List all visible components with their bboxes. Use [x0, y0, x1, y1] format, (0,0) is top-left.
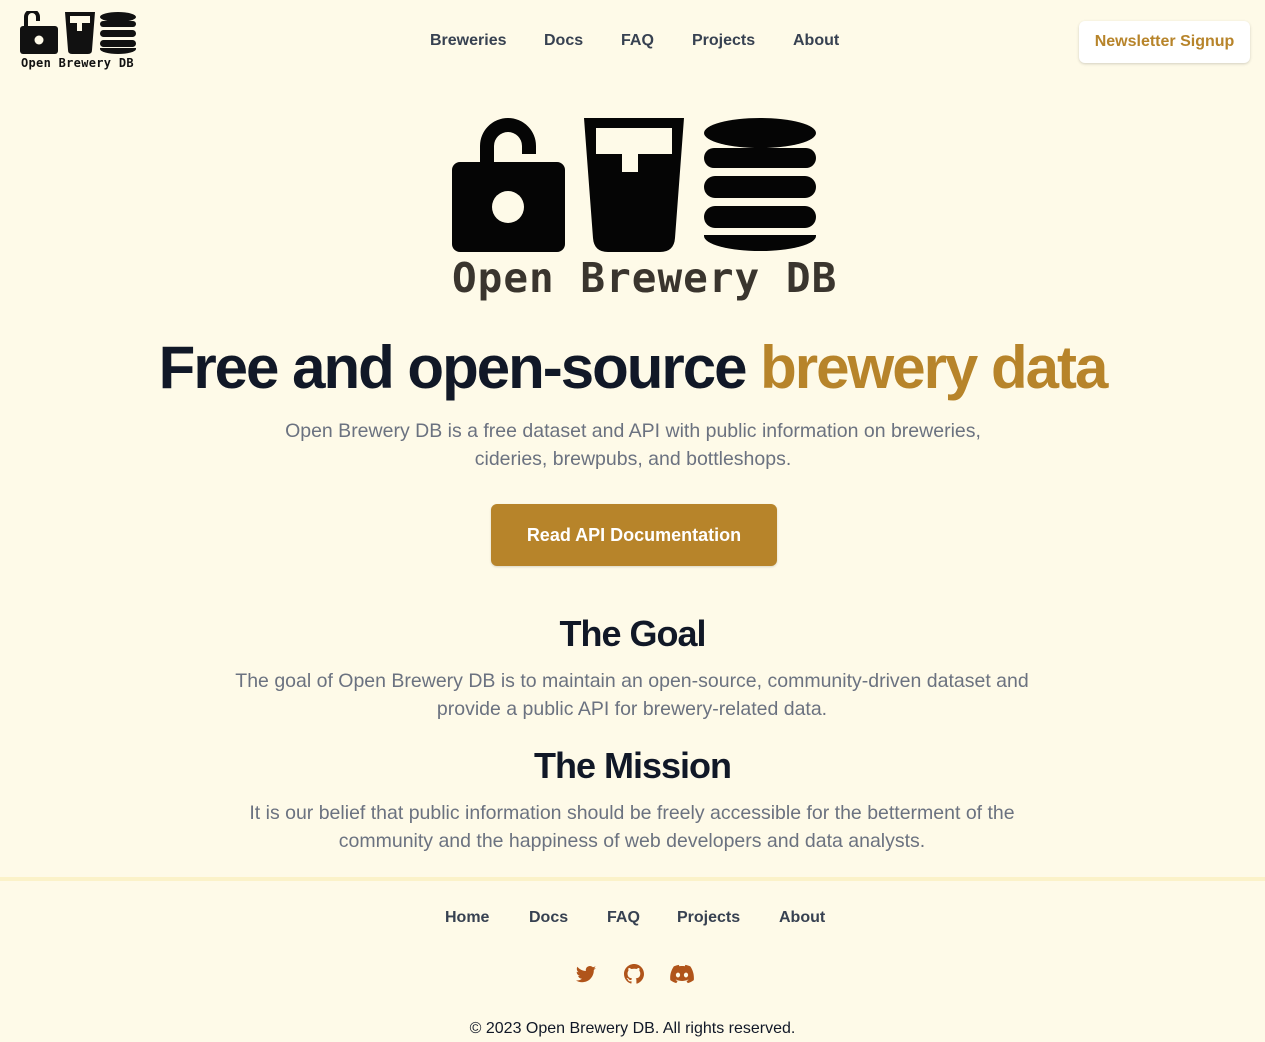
footer-link-docs[interactable]: Docs: [529, 909, 568, 927]
nav-item-faq[interactable]: FAQ: [621, 32, 654, 50]
brewery-hero-icon: [452, 118, 816, 252]
site-header: Open Brewery DB Breweries Docs FAQ Proje…: [0, 0, 1265, 84]
twitter-icon[interactable]: [574, 962, 598, 986]
github-icon[interactable]: [622, 962, 646, 986]
goal-text: The goal of Open Brewery DB is to mainta…: [235, 670, 1029, 720]
hero-logo: Open Brewery DB: [452, 116, 838, 306]
goal-title: The Goal: [559, 613, 706, 654]
site-logo[interactable]: Open Brewery DB: [20, 11, 138, 73]
page-headline: Free and open-source brewery data: [0, 332, 1265, 404]
read-api-docs-button[interactable]: Read API Documentation: [491, 504, 777, 566]
nav-item-breweries[interactable]: Breweries: [430, 32, 507, 50]
footer-divider: [0, 877, 1265, 881]
nav-item-about[interactable]: About: [793, 32, 839, 50]
headline-main: Free and open-source: [158, 334, 761, 401]
headline-accent: brewery data: [760, 334, 1108, 401]
hero-subtitle: Open Brewery DB is a free dataset and AP…: [285, 420, 981, 470]
discord-icon[interactable]: [670, 962, 694, 986]
newsletter-signup-button[interactable]: Newsletter Signup: [1079, 21, 1250, 63]
hero-logo-text: Open Brewery DB: [452, 254, 838, 302]
nav-item-docs[interactable]: Docs: [544, 32, 583, 50]
footer-link-home[interactable]: Home: [445, 909, 489, 927]
footer-link-projects[interactable]: Projects: [677, 909, 740, 927]
nav-item-projects[interactable]: Projects: [692, 32, 755, 50]
copyright-text: © 2023 Open Brewery DB. All rights reser…: [469, 1020, 796, 1037]
footer-link-faq[interactable]: FAQ: [607, 909, 640, 927]
footer-link-about[interactable]: About: [779, 909, 825, 927]
mission-title: The Mission: [533, 745, 732, 786]
logo-text: Open Brewery DB: [21, 56, 134, 70]
brewery-logo-icon: [20, 11, 136, 54]
mission-text: It is our belief that public information…: [249, 802, 1015, 852]
